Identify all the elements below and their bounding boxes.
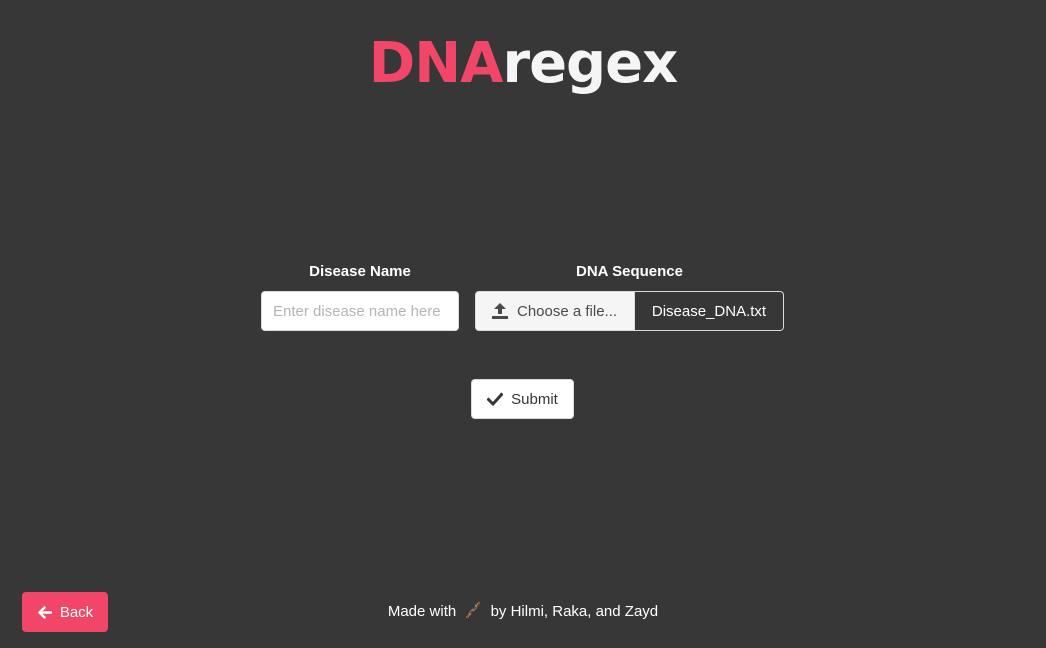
upload-icon (491, 302, 509, 320)
dna-file-upload[interactable]: Choose a file... Disease_DNA.txt (475, 291, 784, 331)
app-logo: DNAregex (0, 28, 1046, 100)
logo-rest-text: regex (502, 31, 678, 96)
disease-name-input[interactable] (261, 291, 459, 331)
submit-button[interactable]: Submit (471, 379, 574, 419)
footer-made-with: Made with (387, 603, 457, 620)
logo-accent-text: DNA (368, 31, 504, 96)
dna-icon (464, 601, 482, 619)
footer-credits: Made with by Hilmi, Raka, and Zayd (0, 601, 1046, 622)
footer-authors: by Hilmi, Raka, and Zayd (490, 603, 659, 620)
selected-file-name: Disease_DNA.txt (635, 291, 784, 331)
choose-file-button[interactable]: Choose a file... (475, 291, 635, 331)
choose-file-label: Choose a file... (517, 302, 618, 320)
submit-label: Submit (511, 390, 558, 408)
dna-sequence-label: DNA Sequence (576, 263, 683, 280)
check-icon (486, 391, 504, 407)
disease-name-label: Disease Name (309, 263, 411, 280)
